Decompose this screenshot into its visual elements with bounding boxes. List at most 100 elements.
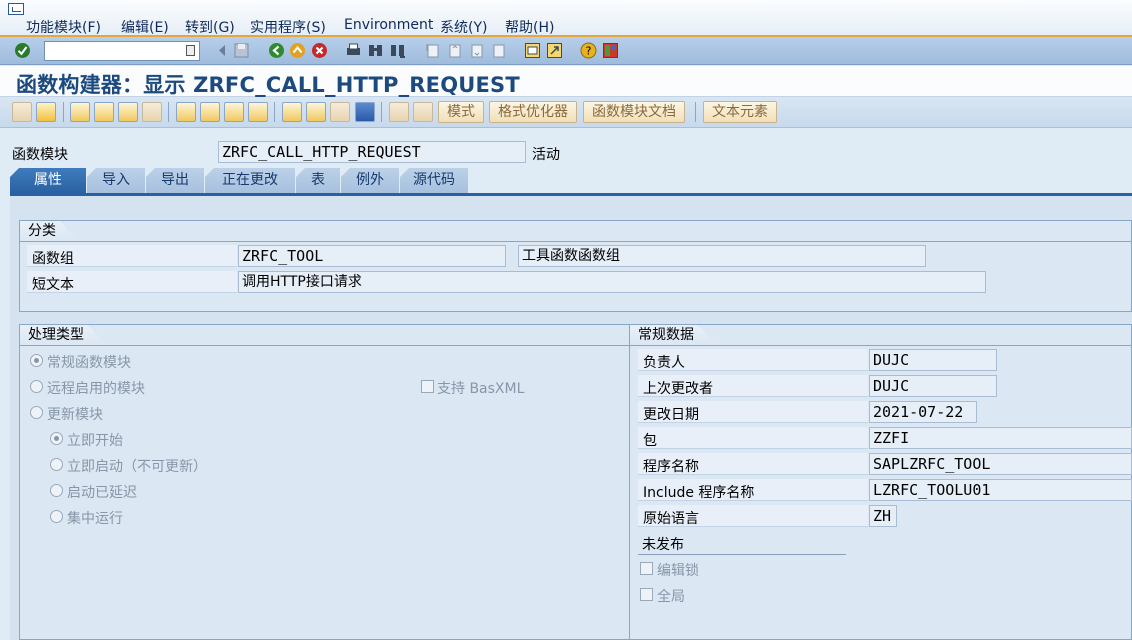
normal-function-module-radio[interactable]: [30, 354, 43, 367]
application-toolbar: 模式 格式优化器 函数模块文档 文本元素: [0, 97, 1132, 128]
next-page-icon[interactable]: [468, 42, 485, 59]
function-group-label: 函数组: [32, 251, 74, 267]
prev-page-icon[interactable]: [446, 42, 463, 59]
remote-enabled-radio[interactable]: [30, 380, 43, 393]
tab-attributes[interactable]: 属性: [10, 168, 86, 193]
pretty-printer-button[interactable]: 格式优化器: [489, 101, 577, 123]
original-language-field: ZH: [869, 505, 897, 527]
tab-tables[interactable]: 表: [296, 168, 340, 193]
program-name-field: SAPLZRFC_TOOL: [869, 453, 1132, 475]
start-immediately-radio[interactable]: [50, 432, 63, 445]
basxml-label: 支持 BasXML: [437, 381, 525, 397]
general-data-row: [638, 427, 868, 449]
find-next-icon[interactable]: [389, 42, 406, 59]
tab-export[interactable]: 导出: [146, 168, 204, 193]
start-delayed-label: 启动已延迟: [67, 485, 137, 501]
short-text-field[interactable]: 调用HTTP接口请求: [238, 271, 986, 293]
layout-icon[interactable]: [602, 42, 619, 59]
function-module-doc-button[interactable]: 函数模块文档: [583, 101, 685, 123]
cancel-icon[interactable]: [311, 42, 328, 59]
package-field: ZZFI: [869, 427, 1132, 449]
test-icon[interactable]: [142, 102, 162, 122]
last-page-icon[interactable]: [490, 42, 507, 59]
pattern-disabled-icon[interactable]: [389, 102, 409, 122]
svg-text:?: ?: [586, 45, 592, 58]
display-change-icon[interactable]: [70, 102, 90, 122]
function-group-description: 工具函数函数组: [518, 245, 926, 267]
changed-on-field: 2021-07-22: [869, 401, 977, 423]
update-module-radio[interactable]: [30, 406, 43, 419]
function-module-field[interactable]: ZRFC_CALL_HTTP_REQUEST: [218, 141, 526, 163]
menu-utilities[interactable]: 实用程序(S): [250, 17, 326, 37]
changed-on-label: 更改日期: [643, 407, 699, 423]
global-checkbox[interactable]: [640, 588, 653, 601]
person-responsible-field: DUJC: [869, 349, 997, 371]
function-group-field[interactable]: ZRFC_TOOL: [238, 245, 506, 267]
help-icon[interactable]: ?: [580, 42, 597, 59]
update-module-label: 更新模块: [47, 407, 103, 423]
remote-enabled-label: 远程启用的模块: [47, 381, 145, 397]
short-text-label: 短文本: [32, 277, 74, 293]
tab-exceptions[interactable]: 例外: [341, 168, 399, 193]
navigation-window-icon[interactable]: [248, 102, 268, 122]
find-icon[interactable]: [367, 42, 384, 59]
system-toolbar: ?: [0, 37, 1132, 65]
global-label: 全局: [657, 589, 685, 605]
include-program-name-field: LZRFC_TOOLU01: [869, 479, 1132, 501]
pattern-button[interactable]: 模式: [438, 101, 484, 123]
immediate-start-no-restart-label: 立即启动（不可更新）: [67, 459, 207, 475]
not-released-label: 未发布: [638, 534, 846, 555]
menu-goto[interactable]: 转到(G): [185, 17, 235, 37]
basxml-checkbox[interactable]: [421, 380, 434, 393]
print-icon[interactable]: [345, 42, 362, 59]
general-data-title: 常规数据: [630, 325, 716, 345]
edit-lock-label: 编辑锁: [657, 563, 699, 579]
program-name-label: 程序名称: [643, 459, 699, 475]
classification-title: 分类: [20, 221, 78, 241]
where-used-icon[interactable]: [176, 102, 196, 122]
activate-icon[interactable]: [118, 102, 138, 122]
back-icon[interactable]: [214, 42, 231, 59]
command-input[interactable]: [45, 42, 180, 60]
menu-system[interactable]: 系统(Y): [440, 17, 487, 37]
start-delayed-radio[interactable]: [50, 484, 63, 497]
tab-import[interactable]: 导入: [87, 168, 145, 193]
display-object-list-icon[interactable]: [224, 102, 244, 122]
exit-icon[interactable]: [289, 42, 306, 59]
normal-function-module-label: 常规函数模块: [47, 355, 131, 371]
menu-edit[interactable]: 编辑(E): [121, 17, 169, 37]
printer-icon[interactable]: [306, 102, 326, 122]
fullscreen-icon[interactable]: [330, 102, 350, 122]
system-menu-icon[interactable]: [8, 3, 24, 15]
person-responsible-label: 负责人: [643, 355, 685, 371]
command-field[interactable]: [44, 41, 200, 61]
info-icon-yellow[interactable]: [200, 102, 220, 122]
menu-help[interactable]: 帮助(H): [505, 17, 554, 37]
last-changed-by-label: 上次更改者: [643, 381, 713, 397]
command-history-icon[interactable]: [186, 45, 195, 56]
create-session-icon[interactable]: [524, 42, 541, 59]
pretty-printer-disabled-icon[interactable]: [413, 102, 433, 122]
info-icon[interactable]: [355, 102, 375, 122]
package-label: 包: [643, 433, 657, 449]
tab-source-code[interactable]: 源代码: [400, 168, 468, 193]
previous-object-icon[interactable]: [12, 102, 32, 122]
next-object-icon[interactable]: [36, 102, 56, 122]
shortcut-icon[interactable]: [546, 42, 563, 59]
save-icon[interactable]: [233, 42, 250, 59]
function-module-label: 函数模块: [12, 147, 68, 163]
back-green-icon[interactable]: [268, 42, 285, 59]
hierarchy-icon[interactable]: [282, 102, 302, 122]
enter-check-icon[interactable]: [14, 42, 31, 59]
include-program-name-label: Include 程序名称: [643, 485, 755, 501]
check-icon[interactable]: [94, 102, 114, 122]
menu-function-module[interactable]: 功能模块(F): [26, 17, 101, 37]
text-elements-button[interactable]: 文本元素: [703, 101, 777, 123]
first-page-icon[interactable]: [424, 42, 441, 59]
immediate-start-no-restart-radio[interactable]: [50, 458, 63, 471]
last-changed-by-field: DUJC: [869, 375, 997, 397]
edit-lock-checkbox[interactable]: [640, 562, 653, 575]
collective-run-radio[interactable]: [50, 510, 63, 523]
tab-changing[interactable]: 正在更改: [205, 168, 295, 193]
menu-environment[interactable]: Environment: [344, 17, 433, 33]
